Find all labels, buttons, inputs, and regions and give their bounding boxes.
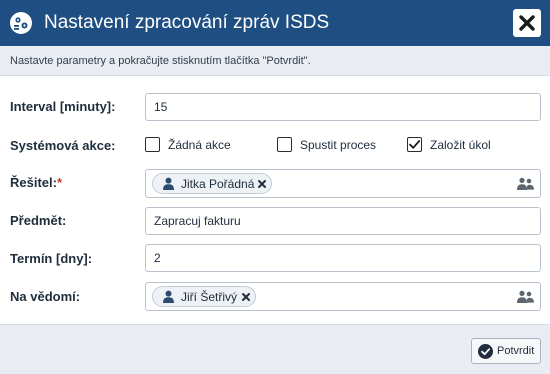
dialog-title: Nastavení zpracování zpráv ISDS — [44, 12, 330, 33]
deadline-input[interactable]: 2 — [145, 244, 541, 272]
subject-label: Předmět: — [10, 213, 67, 228]
dialog-titlebar: Nastavení zpracování zpráv ISDS — [0, 0, 550, 46]
confirm-button[interactable]: Potvrdit — [471, 338, 541, 364]
close-button[interactable] — [513, 9, 541, 37]
remove-x-icon[interactable] — [241, 292, 251, 302]
tag-label: Jitka Pořádná — [181, 177, 255, 191]
checkbox-box — [277, 137, 292, 152]
subject-input[interactable]: Zapracuj fakturu — [145, 207, 541, 235]
checkbox-label: Spustit proces — [300, 138, 377, 152]
settings-form: Interval [minuty]: 15 Systémová akce: Žá… — [0, 76, 550, 324]
cc-label: Na vědomí: — [10, 289, 81, 304]
checkbox-label: Založit úkol — [430, 138, 491, 152]
interval-value: 15 — [154, 100, 168, 114]
checkbox-create-task[interactable]: Založit úkol — [407, 137, 517, 155]
system-action-label: Systémová akce: — [10, 138, 116, 153]
person-icon — [163, 290, 174, 303]
checkbox-start-process[interactable]: Spustit proces — [277, 137, 387, 155]
checkbox-no-action[interactable]: Žádná akce — [145, 137, 255, 155]
interval-input[interactable]: 15 — [145, 93, 541, 121]
tag-label: Jiří Šetřivý — [181, 290, 238, 304]
isds-settings-dialog: Nastavení zpracování zpráv ISDS Nastavte… — [0, 0, 550, 374]
user-group-icon[interactable] — [517, 177, 534, 191]
checkbox-box-checked — [407, 137, 422, 152]
checkbox-label: Žádná akce — [168, 138, 231, 152]
deadline-label: Termín [dny]: — [10, 251, 93, 266]
resolver-tag: Jitka Pořádná — [152, 173, 272, 194]
user-group-icon[interactable] — [517, 290, 534, 304]
resolver-picker[interactable]: Jitka Pořádná — [145, 169, 541, 198]
dialog-footer: Potvrdit — [0, 324, 550, 374]
process-settings-icon — [10, 12, 32, 34]
interval-label: Interval [minuty]: — [10, 99, 116, 114]
cc-tag: Jiří Šetřivý — [152, 286, 256, 307]
check-circle-icon — [478, 344, 493, 359]
subject-value: Zapracuj fakturu — [154, 214, 241, 228]
remove-x-icon[interactable] — [257, 179, 267, 189]
deadline-value: 2 — [154, 251, 161, 265]
required-mark: * — [56, 175, 63, 190]
check-icon — [409, 140, 421, 149]
instruction-text: Nastavte parametry a pokračujte stisknut… — [10, 55, 311, 67]
person-icon — [163, 177, 174, 190]
dialog-subheader: Nastavte parametry a pokračujte stisknut… — [0, 46, 550, 76]
checkbox-box — [145, 137, 160, 152]
close-icon — [519, 15, 535, 31]
confirm-label: Potvrdit — [497, 345, 535, 357]
cc-picker[interactable]: Jiří Šetřivý — [145, 282, 541, 311]
resolver-label: Řešitel:* — [10, 175, 62, 191]
resolver-label-text: Řešitel: — [10, 175, 57, 190]
